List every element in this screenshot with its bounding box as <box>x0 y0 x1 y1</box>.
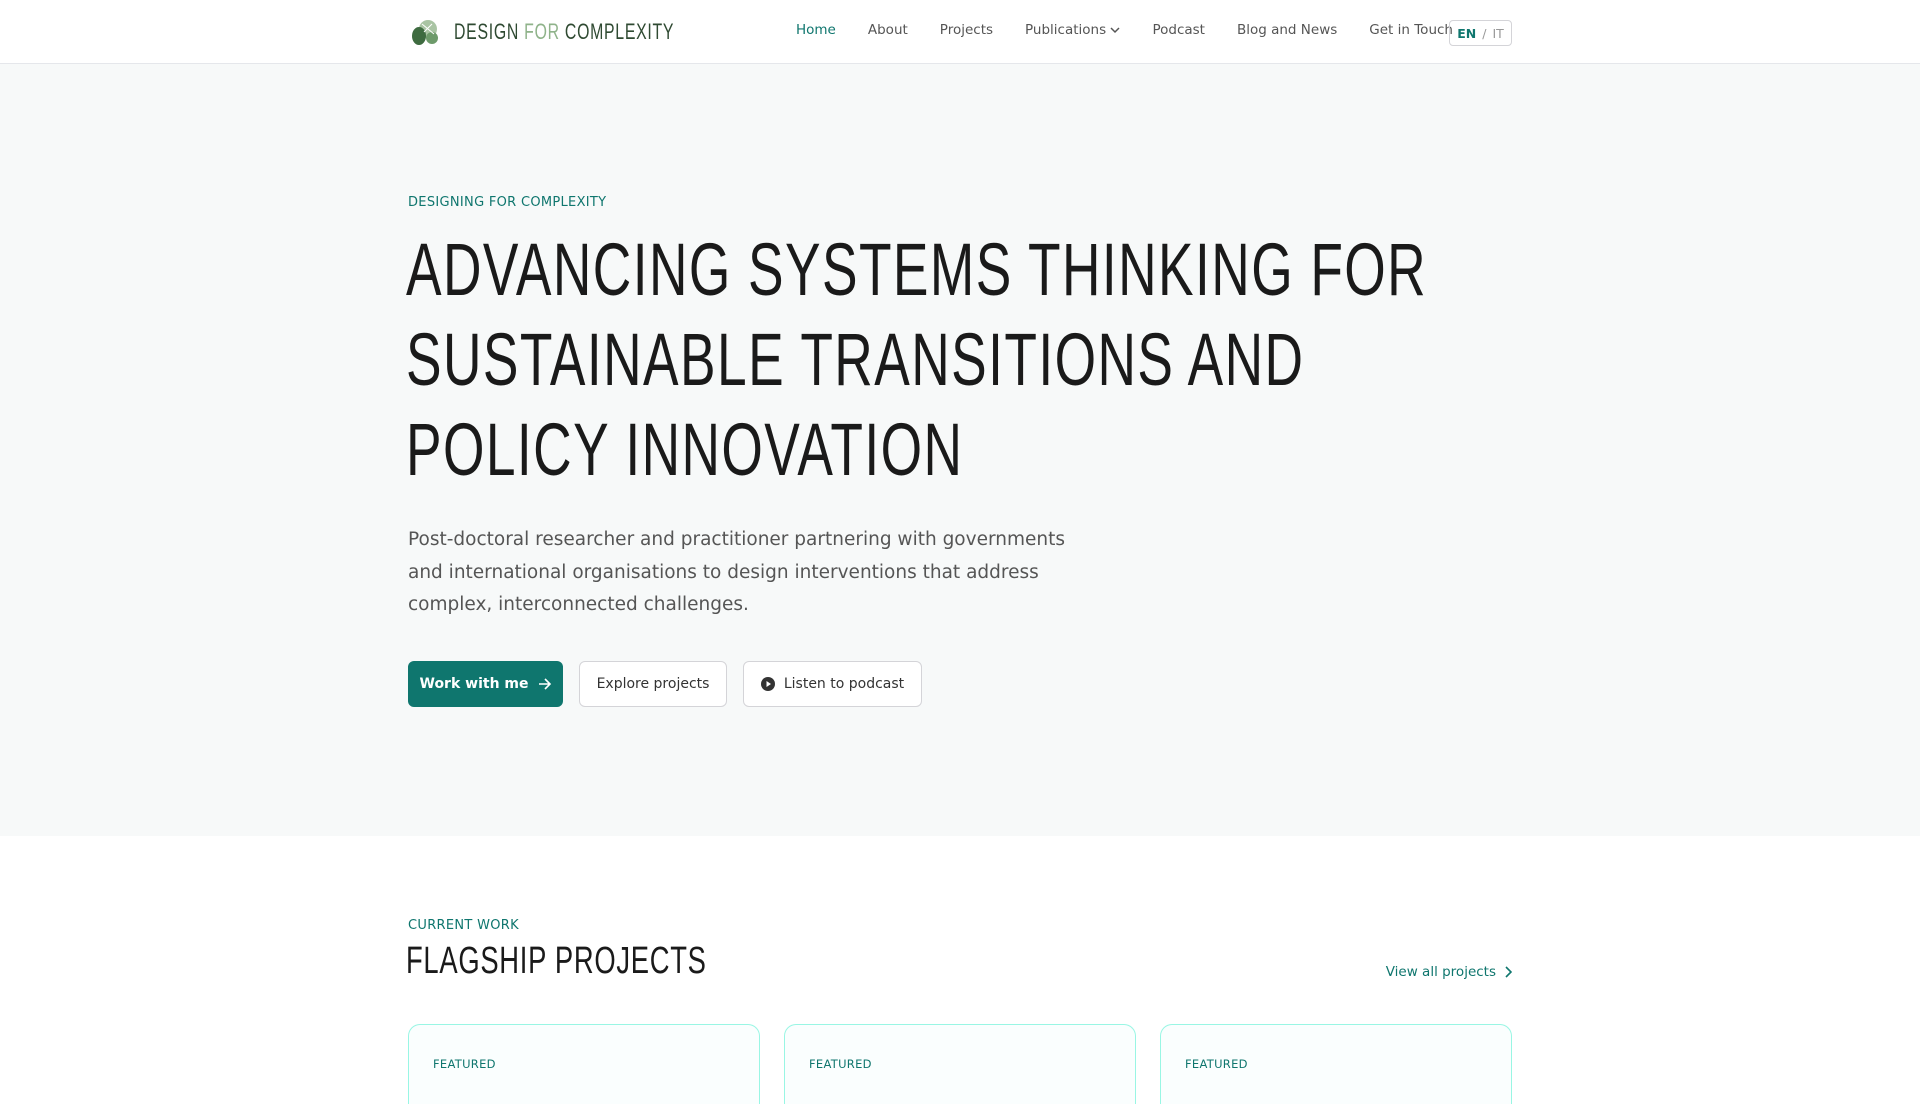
featured-badge: FEATURED <box>433 1057 496 1071</box>
listen-podcast-button[interactable]: Listen to podcast <box>743 661 922 707</box>
chevron-right-icon <box>1505 966 1512 978</box>
lang-separator: / <box>1482 25 1487 41</box>
project-card[interactable]: FEATURED <box>1160 1024 1512 1104</box>
logo-word-design: DESIGN <box>454 19 525 44</box>
hero-title: ADVANCING SYSTEMS THINKING FOR SUSTAINAB… <box>406 225 1824 495</box>
logo-icon <box>412 20 438 45</box>
hero-eyebrow: DESIGNING FOR COMPLEXITY <box>408 195 607 210</box>
hero-title-line: SUSTAINABLE TRANSITIONS AND <box>406 318 1305 401</box>
hero-title-line: POLICY INNOVATION <box>406 408 964 491</box>
work-with-me-button[interactable]: Work with me <box>408 661 563 707</box>
logo-word-for: FOR <box>524 19 560 44</box>
view-all-label: View all projects <box>1385 964 1496 980</box>
listen-podcast-label: Listen to podcast <box>783 676 905 692</box>
nav-publications-label: Publications <box>1025 22 1107 38</box>
nav-contact[interactable]: Get in Touch <box>1369 22 1453 38</box>
hero-lead: Post-doctoral researcher and practitione… <box>408 529 1065 615</box>
project-card[interactable]: FEATURED <box>408 1024 760 1104</box>
project-card[interactable]: FEATURED <box>784 1024 1136 1104</box>
view-all-projects-link[interactable]: View all projects <box>1386 964 1512 980</box>
lang-it[interactable]: IT <box>1492 26 1503 41</box>
work-with-me-label: Work with me <box>419 676 529 692</box>
featured-badge: FEATURED <box>1185 1057 1248 1071</box>
arrow-right-icon <box>538 678 551 690</box>
nav-blog[interactable]: Blog and News <box>1237 22 1337 38</box>
nav-home[interactable]: Home <box>796 22 836 38</box>
logo-word-complexity: COMPLEXITY <box>559 19 675 44</box>
lang-en[interactable]: EN <box>1457 26 1476 41</box>
explore-projects-button[interactable]: Explore projects <box>579 661 727 707</box>
top-nav: DESIGN FOR COMPLEXITY Home About Project… <box>0 0 1920 64</box>
main-menu: Home About Projects Publications Podcast… <box>796 22 1453 38</box>
chevron-down-icon <box>1110 27 1120 34</box>
nav-publications[interactable]: Publications <box>1025 22 1120 38</box>
language-switcher: EN / IT <box>1449 20 1512 46</box>
hero-title-line: ADVANCING SYSTEMS THINKING FOR <box>406 228 1428 311</box>
featured-badge: FEATURED <box>809 1057 872 1071</box>
nav-podcast[interactable]: Podcast <box>1152 22 1205 38</box>
nav-about[interactable]: About <box>868 22 908 38</box>
logo[interactable]: DESIGN FOR COMPLEXITY <box>410 18 760 46</box>
nav-projects[interactable]: Projects <box>940 22 993 38</box>
play-circle-icon <box>760 677 775 691</box>
logo-text: DESIGN FOR COMPLEXITY <box>454 19 674 45</box>
projects-title: FLAGSHIP PROJECTS <box>406 940 707 982</box>
projects-eyebrow: CURRENT WORK <box>408 918 519 933</box>
